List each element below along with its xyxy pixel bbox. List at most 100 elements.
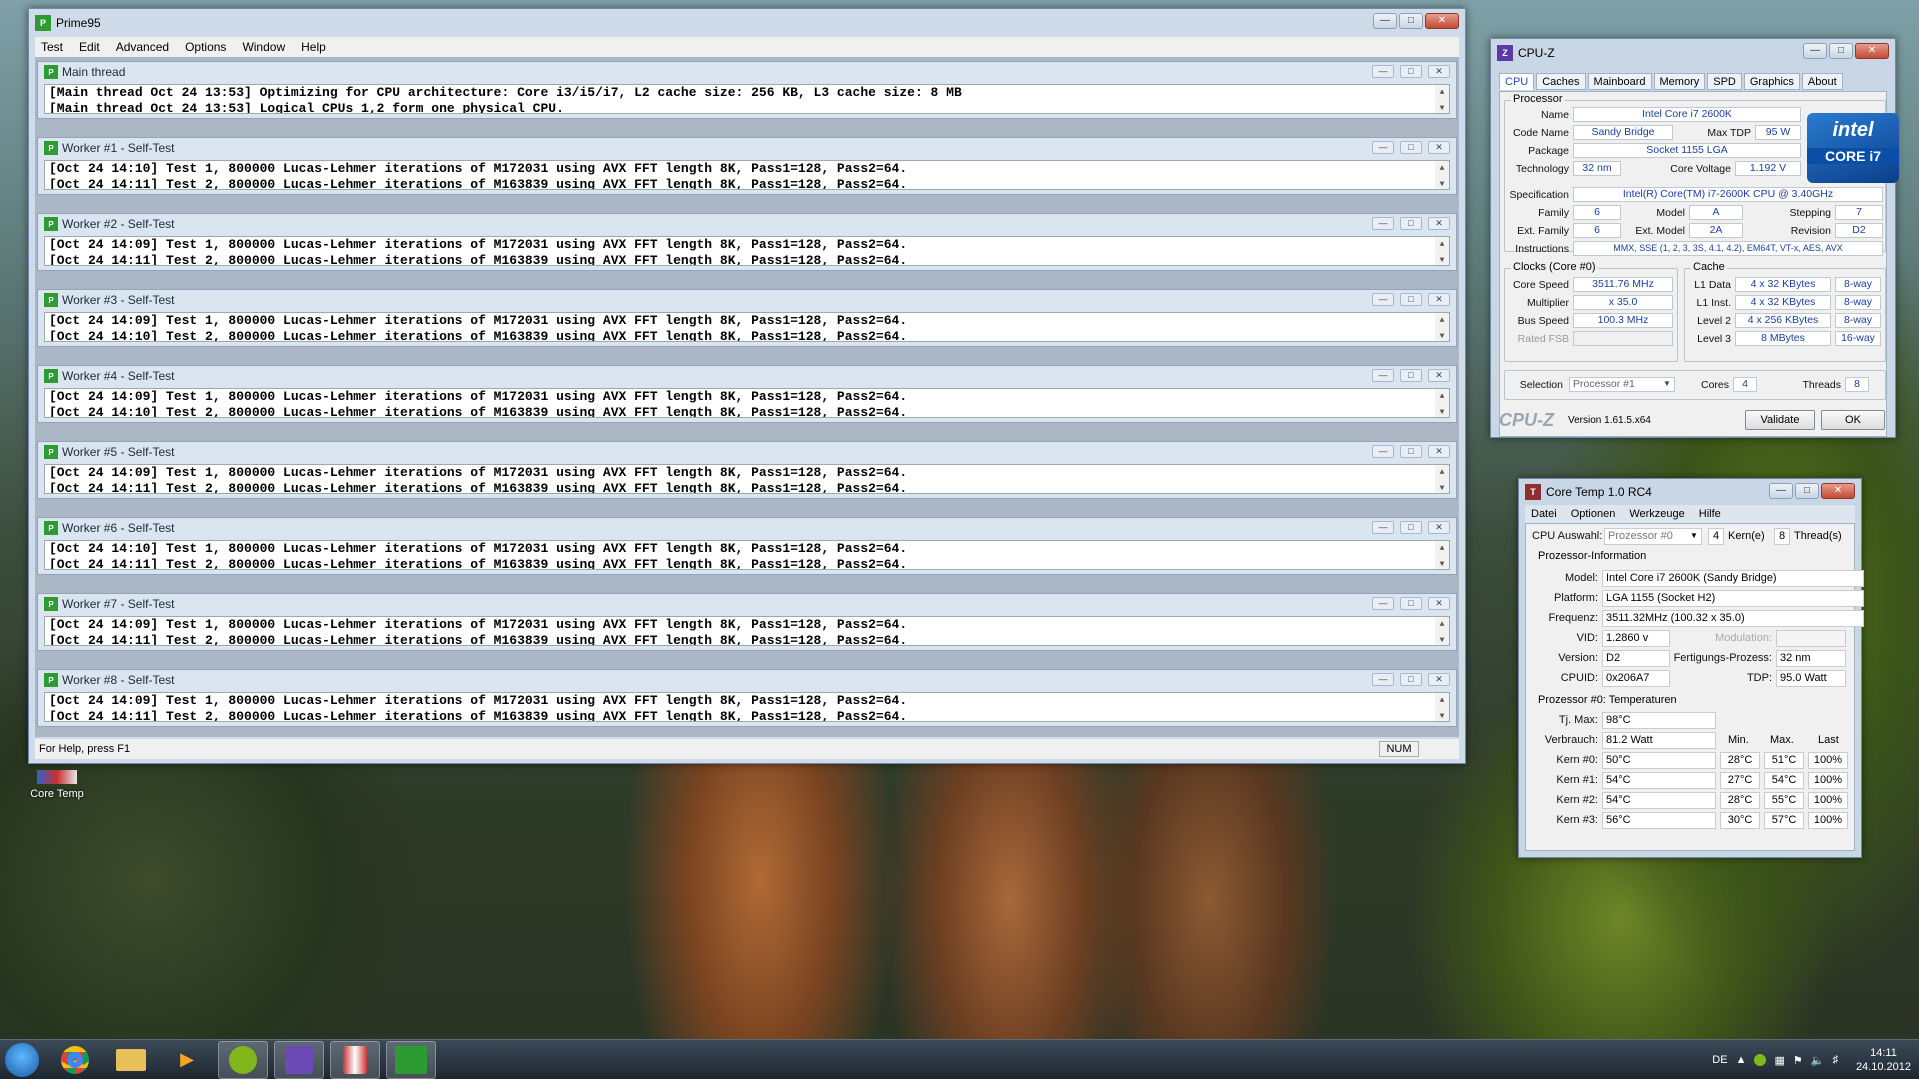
minimize-button[interactable]: —: [1372, 369, 1394, 382]
child-title-bar[interactable]: P Worker #6 - Self-Test — □ ✕: [38, 518, 1456, 538]
log-output[interactable]: [Main thread Oct 24 13:53] Optimizing fo…: [44, 84, 1450, 114]
worker-window[interactable]: P Worker #5 - Self-Test — □ ✕ [Oct 24 14:09] …: [37, 441, 1457, 499]
cpu-select[interactable]: Prozessor #0: [1604, 528, 1702, 545]
scrollbar[interactable]: ▲ ▼: [1435, 617, 1449, 645]
language-indicator[interactable]: DE: [1712, 1054, 1727, 1066]
maximize-button[interactable]: □: [1400, 521, 1422, 534]
clock[interactable]: 14:11 24.10.2012: [1856, 1046, 1911, 1074]
close-button[interactable]: ✕: [1428, 65, 1450, 78]
desktop-icon-coretemp[interactable]: Core Temp: [22, 770, 92, 800]
menu-window[interactable]: Window: [242, 40, 285, 54]
scrollbar[interactable]: ▲ ▼: [1435, 693, 1449, 721]
tab-caches[interactable]: Caches: [1536, 73, 1586, 90]
minimize-button[interactable]: —: [1372, 217, 1394, 230]
menu-edit[interactable]: Edit: [79, 40, 100, 54]
scroll-up-icon[interactable]: ▲: [1440, 313, 1445, 329]
chevron-down-icon[interactable]: ▼: [1690, 531, 1698, 540]
close-button[interactable]: ✕: [1428, 293, 1450, 306]
child-title-bar[interactable]: P Worker #2 - Self-Test — □ ✕: [38, 214, 1456, 234]
cpuz-window[interactable]: Z CPU-Z — □ ✕ CPU Caches Mainboard Memor…: [1490, 38, 1899, 438]
maximize-button[interactable]: □: [1829, 43, 1853, 59]
log-output[interactable]: [Oct 24 14:09] Test 1, 800000 Lucas-Lehm…: [44, 692, 1450, 722]
scrollbar[interactable]: ▲ ▼: [1435, 465, 1449, 493]
child-title-bar[interactable]: P Worker #8 - Self-Test — □ ✕: [38, 670, 1456, 690]
scrollbar[interactable]: ▲ ▼: [1435, 541, 1449, 569]
menu-hilfe[interactable]: Hilfe: [1699, 508, 1721, 520]
maximize-button[interactable]: □: [1795, 483, 1819, 499]
worker-window[interactable]: P Main thread — □ ✕ [Main thread Oct 24 13:53…: [37, 61, 1457, 119]
maximize-button[interactable]: □: [1400, 217, 1422, 230]
close-button[interactable]: ✕: [1855, 43, 1889, 59]
scroll-down-icon[interactable]: ▼: [1440, 101, 1445, 113]
child-title-bar[interactable]: P Worker #7 - Self-Test — □ ✕: [38, 594, 1456, 614]
log-output[interactable]: [Oct 24 14:09] Test 1, 800000 Lucas-Lehm…: [44, 312, 1450, 342]
explorer-button[interactable]: [106, 1041, 156, 1079]
tab-mainboard[interactable]: Mainboard: [1587, 73, 1652, 90]
maximize-button[interactable]: □: [1400, 597, 1422, 610]
close-button[interactable]: ✕: [1428, 217, 1450, 230]
tab-about[interactable]: About: [1801, 73, 1843, 90]
spotify-button[interactable]: [218, 1040, 268, 1079]
worker-window[interactable]: P Worker #4 - Self-Test — □ ✕ [Oct 24 14:09] …: [37, 365, 1457, 423]
prime95-window[interactable]: P Prime95 — □ ✕ Test Edit Advanced Optio…: [28, 8, 1466, 764]
cpuz-taskbar-button[interactable]: [274, 1040, 324, 1079]
scroll-down-icon[interactable]: ▼: [1440, 329, 1445, 341]
close-button[interactable]: ✕: [1425, 13, 1459, 29]
scrollbar[interactable]: ▲ ▼: [1435, 237, 1449, 265]
scroll-down-icon[interactable]: ▼: [1440, 253, 1445, 265]
minimize-button[interactable]: —: [1373, 13, 1397, 29]
log-output[interactable]: [Oct 24 14:09] Test 1, 800000 Lucas-Lehm…: [44, 464, 1450, 494]
title-bar[interactable]: P Prime95 — □ ✕: [29, 9, 1465, 37]
close-button[interactable]: ✕: [1821, 483, 1855, 499]
close-button[interactable]: ✕: [1428, 597, 1450, 610]
tab-graphics[interactable]: Graphics: [1743, 73, 1800, 90]
worker-window[interactable]: P Worker #8 - Self-Test — □ ✕ [Oct 24 14:09] …: [37, 669, 1457, 727]
prime95-taskbar-button[interactable]: [386, 1040, 436, 1079]
worker-window[interactable]: P Worker #1 - Self-Test — □ ✕ [Oct 24 14:10] …: [37, 137, 1457, 195]
close-button[interactable]: ✕: [1428, 673, 1450, 686]
minimize-button[interactable]: —: [1769, 483, 1793, 499]
close-button[interactable]: ✕: [1428, 521, 1450, 534]
menu-options[interactable]: Options: [185, 40, 226, 54]
log-output[interactable]: [Oct 24 14:09] Test 1, 800000 Lucas-Lehm…: [44, 236, 1450, 266]
scroll-up-icon[interactable]: ▲: [1440, 85, 1445, 101]
minimize-button[interactable]: —: [1372, 293, 1394, 306]
minimize-button[interactable]: —: [1803, 43, 1827, 59]
log-output[interactable]: [Oct 24 14:10] Test 1, 800000 Lucas-Lehm…: [44, 540, 1450, 570]
coretemp-window[interactable]: T Core Temp 1.0 RC4 — □ ✕ Datei Optionen…: [1518, 478, 1864, 858]
scrollbar[interactable]: ▲ ▼: [1435, 389, 1449, 417]
scroll-up-icon[interactable]: ▲: [1440, 389, 1445, 405]
minimize-button[interactable]: —: [1372, 597, 1394, 610]
maximize-button[interactable]: □: [1400, 293, 1422, 306]
scroll-down-icon[interactable]: ▼: [1440, 177, 1445, 189]
scroll-up-icon[interactable]: ▲: [1440, 237, 1445, 253]
child-title-bar[interactable]: P Worker #1 - Self-Test — □ ✕: [38, 138, 1456, 158]
ok-button[interactable]: OK: [1821, 410, 1885, 430]
minimize-button[interactable]: —: [1372, 65, 1394, 78]
scrollbar[interactable]: ▲ ▼: [1435, 85, 1449, 113]
menu-datei[interactable]: Datei: [1531, 508, 1557, 520]
scroll-down-icon[interactable]: ▼: [1440, 709, 1445, 721]
chrome-button[interactable]: [50, 1041, 100, 1079]
media-player-button[interactable]: ▶: [162, 1041, 212, 1079]
scroll-down-icon[interactable]: ▼: [1440, 557, 1445, 569]
child-title-bar[interactable]: P Worker #3 - Self-Test — □ ✕: [38, 290, 1456, 310]
log-output[interactable]: [Oct 24 14:10] Test 1, 800000 Lucas-Lehm…: [44, 160, 1450, 190]
scroll-up-icon[interactable]: ▲: [1440, 465, 1445, 481]
close-button[interactable]: ✕: [1428, 141, 1450, 154]
close-button[interactable]: ✕: [1428, 369, 1450, 382]
network-tray-icon[interactable]: ▦: [1774, 1054, 1784, 1067]
maximize-button[interactable]: □: [1400, 445, 1422, 458]
processor-select[interactable]: Processor #1: [1569, 377, 1675, 392]
minimize-button[interactable]: —: [1372, 673, 1394, 686]
bluetooth-icon[interactable]: ♯: [1832, 1054, 1838, 1066]
maximize-button[interactable]: □: [1400, 673, 1422, 686]
title-bar[interactable]: T Core Temp 1.0 RC4 — □ ✕: [1519, 479, 1861, 505]
scrollbar[interactable]: ▲ ▼: [1435, 313, 1449, 341]
spotify-tray-icon[interactable]: [1754, 1054, 1767, 1066]
scroll-down-icon[interactable]: ▼: [1440, 481, 1445, 493]
log-output[interactable]: [Oct 24 14:09] Test 1, 800000 Lucas-Lehm…: [44, 616, 1450, 646]
child-title-bar[interactable]: P Worker #4 - Self-Test — □ ✕: [38, 366, 1456, 386]
maximize-button[interactable]: □: [1400, 65, 1422, 78]
minimize-button[interactable]: —: [1372, 521, 1394, 534]
